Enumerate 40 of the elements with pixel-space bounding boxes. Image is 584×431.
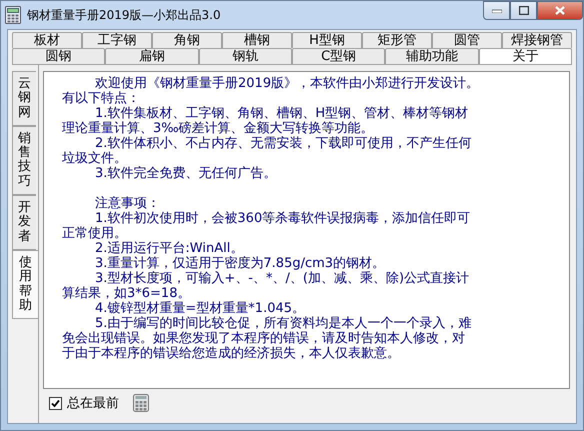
help-paragraph: 3.型材长度项，可输入+、-、*、/、(加、减、乘、除)公式直接计 算结果，如3*6=18。 xyxy=(62,271,470,301)
tab[interactable]: C型钢 xyxy=(292,48,386,64)
help-paragraph: 1.软件集板材、工字钢、角钢、槽钢、H型钢、管材、棒材等钢材 理论重量计算、3‰磅差计算、金额大写转换等功能。 xyxy=(62,106,470,136)
close-icon xyxy=(555,6,565,15)
tab[interactable]: 扁钢 xyxy=(105,48,199,64)
help-paragraph: 3.软件完全免费、无任何广告。 xyxy=(94,166,278,181)
tab[interactable]: 板材 xyxy=(12,32,82,48)
maximize-icon xyxy=(518,6,528,15)
tab[interactable]: 圆钢 xyxy=(12,48,106,64)
tab[interactable]: 槽钢 xyxy=(222,32,292,48)
help-paragraph: 3.重量计算，仅适用于密度为7.85g/cm3的钢材。 xyxy=(94,256,386,271)
minimize-icon xyxy=(492,8,502,12)
tab[interactable]: 辅助功能 xyxy=(385,48,479,64)
side-tab[interactable]: 云钢网 xyxy=(12,71,36,126)
side-tab[interactable]: 开发者 xyxy=(12,195,36,250)
maximize-button[interactable] xyxy=(510,1,537,20)
tab[interactable]: 钢轨 xyxy=(198,48,292,64)
help-paragraph: 2.软件体积小、不占内存、无需安装，下载即可使用，不产生任何 垃圾文件。 xyxy=(62,136,472,166)
tab[interactable]: 焊接钢管 xyxy=(502,32,572,48)
close-button[interactable] xyxy=(537,1,583,20)
help-paragraph: 1.软件初次使用时，会被360等杀毒软件误报病毒，添加信任即可 正常使用。 xyxy=(62,211,472,241)
always-on-top-checkbox[interactable]: 总在最前 xyxy=(49,394,119,412)
tab[interactable]: 角钢 xyxy=(152,32,222,48)
tab[interactable]: 圆管 xyxy=(432,32,502,48)
checkbox[interactable] xyxy=(49,396,62,410)
calculator-icon xyxy=(5,6,21,24)
help-paragraph: 4.镀锌型材重量=型材重量*1.045。 xyxy=(94,301,306,316)
calculator-icon[interactable] xyxy=(133,394,149,412)
tab[interactable]: H型钢 xyxy=(292,32,362,48)
side-tab[interactable]: 销售技巧 xyxy=(12,126,36,196)
help-paragraph: 注意事项： xyxy=(94,196,161,211)
minimize-button[interactable] xyxy=(483,1,510,20)
tab[interactable]: 关于 xyxy=(478,48,572,64)
side-tab[interactable]: 使用帮助 xyxy=(12,250,38,320)
help-paragraph: 欢迎使用《钢材重量手册2019版》，本软件由小郑进行开发设计。 有以下特点： xyxy=(62,76,480,106)
help-paragraph: 2.适用运行平台:WinAll。 xyxy=(94,241,244,256)
help-paragraph: 5.由于编写的时间比较仓促，所有资料均是本人一个一个录入，难 免会出现错误。如果您发现了本程序的错误，请及时告知本人修改，对 于由于本程序的错误给您造成的经济损失，本人仅表歉意。 xyxy=(62,316,472,361)
tab[interactable]: 工字钢 xyxy=(82,32,152,48)
window-title: 钢材重量手册2019版—小郑出品3.0 xyxy=(27,6,221,24)
tab[interactable]: 矩形管 xyxy=(362,32,432,48)
